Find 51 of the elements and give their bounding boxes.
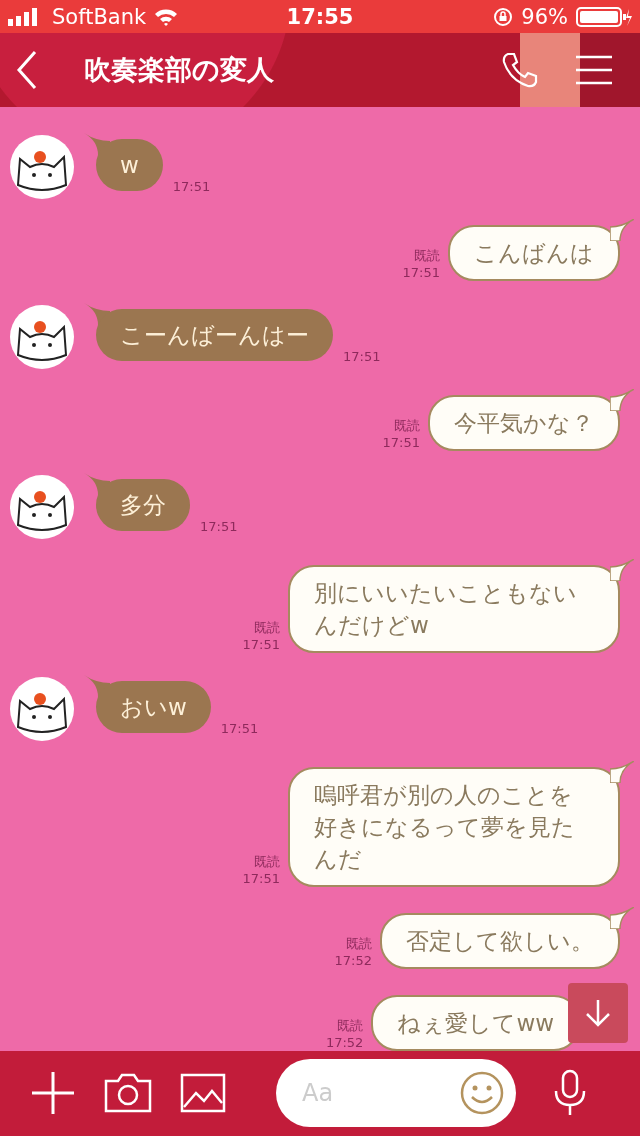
down-arrow-icon	[585, 997, 611, 1028]
message-bubble: 否定して欲しい。	[380, 912, 620, 969]
read-receipt: 既読	[337, 1016, 364, 1034]
read-receipt: 既読	[254, 852, 280, 870]
message-time: 17:51	[242, 635, 280, 653]
wifi-icon	[154, 7, 179, 26]
cat-avatar-icon[interactable]	[10, 474, 74, 539]
message-time: 17:51	[242, 869, 280, 887]
message-time: 17:51	[402, 263, 440, 281]
smiley-icon[interactable]	[460, 1071, 504, 1116]
menu-icon[interactable]	[576, 55, 612, 86]
read-receipt: 既読	[346, 934, 372, 952]
message-time: 17:51	[220, 719, 259, 737]
cat-avatar-icon[interactable]	[10, 304, 74, 369]
bubble-tail	[610, 218, 634, 241]
read-receipt: 既読	[414, 246, 440, 264]
message-bubble: w	[96, 138, 163, 191]
plus-icon[interactable]	[30, 1070, 76, 1117]
cat-avatar-icon[interactable]	[10, 134, 74, 199]
message-time: 17:51	[172, 177, 211, 195]
bubble-tail	[610, 760, 634, 783]
read-receipt: 既読	[254, 618, 280, 636]
battery-percent: 96%	[521, 4, 568, 29]
message-bubble: 嗚呼君が別の人のことを好きになるって夢を見たんだ	[288, 766, 620, 887]
back-button[interactable]	[16, 50, 38, 91]
bubble-tail	[610, 388, 634, 411]
clock-time: 17:55	[286, 4, 354, 29]
message-time: 17:51	[200, 517, 238, 535]
carrier-name: SoftBank	[52, 4, 147, 29]
read-receipt: 既読	[394, 416, 420, 434]
back-icon	[16, 50, 38, 91]
scroll-down-button[interactable]	[568, 982, 628, 1043]
message-time: 17:52	[334, 951, 372, 969]
message-time: 17:51	[382, 433, 420, 451]
camera-icon[interactable]	[104, 1073, 152, 1114]
message-bubble: こーんばーんはー	[96, 308, 333, 361]
rotation-lock-icon	[493, 6, 514, 27]
battery-icon	[576, 6, 632, 27]
message-bubble: こんばんは	[448, 224, 620, 281]
message-bubble: 今平気かな？	[428, 394, 620, 451]
image-icon[interactable]	[180, 1073, 226, 1114]
message-bubble: 多分	[96, 478, 190, 531]
message-time: 17:51	[343, 347, 381, 365]
cat-avatar-icon[interactable]	[10, 676, 74, 741]
microphone-icon[interactable]	[552, 1069, 588, 1118]
message-bubble: おいw	[96, 680, 211, 733]
chat-title: 吹奏楽部の変人	[84, 53, 275, 88]
bubble-tail	[610, 906, 634, 929]
message-bubble: 別にいいたいこともないんだけどw	[288, 564, 620, 653]
message-time: 17:52	[325, 1033, 364, 1051]
bubble-tail	[610, 558, 634, 581]
